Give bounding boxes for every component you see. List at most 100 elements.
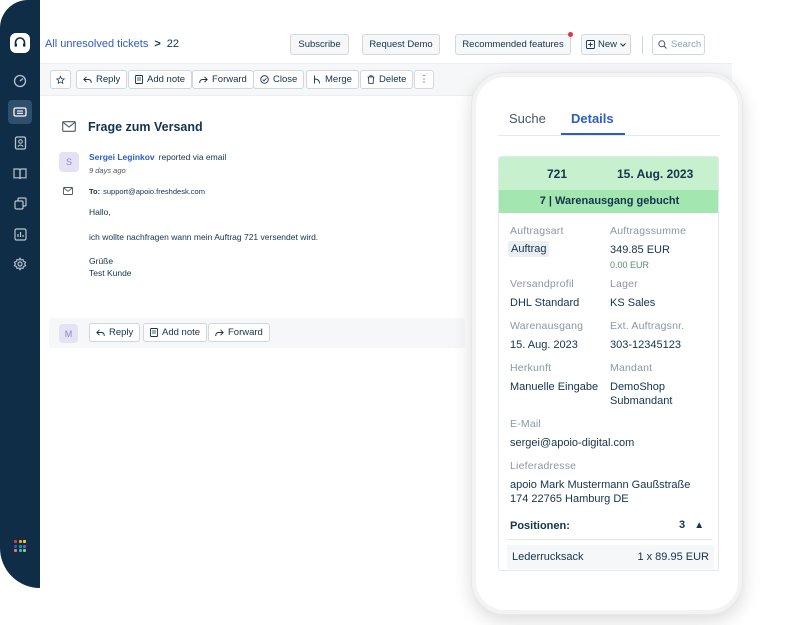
merge-button[interactable]: Merge: [306, 70, 359, 89]
chevron-down-icon: [620, 42, 626, 47]
recommended-features-label: Recommended features: [462, 39, 564, 50]
settings-icon[interactable]: [8, 252, 32, 276]
search-placeholder: Search: [671, 39, 702, 50]
mandant-value-line1: DemoShop: [610, 381, 666, 393]
order-status: 7 | Warenausgang gebucht: [499, 190, 718, 213]
message-closing: Grüße: [89, 256, 114, 266]
versandprofil-label: Versandprofil: [510, 278, 574, 290]
phone-mockup: Suche Details 721 15. Aug. 2023 7 | Ware…: [471, 72, 743, 615]
book-icon[interactable]: [8, 161, 32, 185]
auftragssumme-value: 349.85 EUR: [610, 244, 670, 256]
reported-via: reported via email: [158, 152, 227, 162]
auftragsart-value: Auftrag: [508, 241, 550, 257]
breadcrumb: All unresolved tickets > 22: [45, 38, 179, 50]
more-options-button[interactable]: ⋮: [414, 70, 434, 89]
mandant-value-line2: Submandant: [610, 395, 673, 407]
reply-bar-forward-button[interactable]: Forward: [208, 323, 270, 342]
tab-suche[interactable]: Suche: [509, 111, 546, 126]
recommended-features-button[interactable]: Recommended features: [455, 32, 573, 55]
timestamp: 9 days ago: [89, 166, 126, 175]
add-note-label: Add note: [162, 327, 201, 338]
order-date: 15. Aug. 2023: [617, 167, 694, 181]
search-icon: [658, 40, 667, 49]
forward-icon: [215, 328, 224, 336]
copy-icon[interactable]: [8, 191, 32, 215]
lager-value: KS Sales: [610, 297, 656, 309]
plus-box-icon: [586, 40, 595, 49]
sender-line: Sergei Leginkov reported via email: [89, 152, 226, 162]
star-icon: [56, 74, 65, 84]
tabs-divider: [498, 135, 720, 136]
close-button[interactable]: Close: [253, 70, 305, 89]
lager-label: Lager: [610, 278, 638, 290]
email-value[interactable]: sergei@apoio-digital.com: [510, 436, 634, 450]
herkunft-label: Herkunft: [510, 362, 552, 374]
add-note-button[interactable]: Add note: [128, 70, 193, 89]
check-circle-icon: [260, 75, 269, 84]
warenausgang-label: Warenausgang: [510, 320, 584, 332]
forward-label: Forward: [228, 327, 263, 338]
recipient-line: To: support@apoio.freshdesk.com: [89, 187, 205, 196]
message-signature: Test Kunde: [89, 268, 132, 278]
lieferadresse-line1: apoio Mark Mustermann Gaußstraße: [510, 479, 691, 491]
position-quantity: 1 x 89.95 EUR: [637, 551, 709, 563]
position-name: Lederrucksack: [512, 551, 584, 563]
note-icon: [150, 328, 158, 337]
contacts-icon[interactable]: [8, 131, 32, 155]
ticket-number: 22: [166, 38, 180, 50]
search-input[interactable]: Search: [652, 34, 705, 55]
reply-bar: M Reply Add note Forward: [49, 318, 465, 348]
positionen-divider: [507, 539, 712, 540]
forward-button[interactable]: Forward: [192, 70, 254, 89]
note-icon: [135, 75, 143, 84]
notification-dot: [568, 32, 573, 37]
new-label: New: [597, 39, 617, 50]
headset-icon[interactable]: [10, 33, 30, 53]
collapse-arrow-icon[interactable]: ▲: [694, 520, 704, 531]
delete-label: Delete: [379, 74, 407, 85]
reports-icon[interactable]: [8, 222, 32, 246]
warenausgang-value: 15. Aug. 2023: [510, 339, 578, 351]
header: All unresolved tickets > 22 Subscribe Re…: [40, 22, 732, 64]
request-demo-button[interactable]: Request Demo: [362, 34, 440, 55]
message-greeting: Hallo,: [89, 207, 111, 217]
breadcrumb-link-unresolved[interactable]: All unresolved tickets: [45, 38, 148, 50]
forward-icon: [199, 75, 208, 83]
herkunft-value: Manuelle Eingabe: [510, 381, 599, 393]
email-label: E-Mail: [510, 418, 541, 430]
subscribe-button[interactable]: Subscribe: [290, 34, 349, 55]
versandprofil-value: DHL Standard: [510, 297, 580, 309]
reply-icon: [83, 75, 92, 83]
ext-auftragsnr-label: Ext. Auftragsnr.: [610, 320, 685, 332]
order-header: 721 15. Aug. 2023: [499, 157, 718, 190]
recipient-address: support@apoio.freshdesk.com: [103, 187, 205, 196]
trash-icon: [367, 75, 375, 84]
email-icon: [62, 121, 76, 132]
message-text: ich wollte nachfragen wann mein Auftrag …: [89, 232, 319, 242]
star-button[interactable]: [50, 70, 71, 89]
add-note-label: Add note: [147, 74, 186, 85]
tab-details[interactable]: Details: [571, 111, 614, 126]
reply-bar-add-note-button[interactable]: Add note: [143, 323, 208, 342]
reply-button[interactable]: Reply: [76, 70, 128, 89]
positionen-label: Positionen:: [510, 520, 570, 532]
reply-bar-reply-button[interactable]: Reply: [89, 323, 141, 342]
to-label: To:: [89, 187, 101, 196]
order-card: 721 15. Aug. 2023 7 | Warenausgang gebuc…: [498, 156, 719, 571]
new-button[interactable]: New: [581, 34, 631, 55]
agent-avatar: M: [59, 324, 78, 343]
auftragsart-label: Auftragsart: [510, 225, 564, 237]
mandant-label: Mandant: [610, 362, 653, 374]
sender-name[interactable]: Sergei Leginkov: [89, 152, 155, 162]
app-grid-icon[interactable]: [14, 540, 26, 552]
delete-button[interactable]: Delete: [360, 70, 414, 89]
lieferadresse-line2: 174 22765 Hamburg DE: [510, 493, 629, 505]
ticket-icon[interactable]: [8, 100, 32, 124]
forward-label: Forward: [212, 74, 247, 85]
ticket-subject: Frage zum Versand: [88, 120, 203, 134]
positionen-count[interactable]: 3 ▲: [679, 519, 704, 531]
auftragssumme-sub-value: 0.00 EUR: [610, 260, 650, 270]
tab-active-indicator: [561, 133, 625, 135]
reply-label: Reply: [109, 327, 134, 338]
dashboard-icon[interactable]: [8, 69, 32, 93]
